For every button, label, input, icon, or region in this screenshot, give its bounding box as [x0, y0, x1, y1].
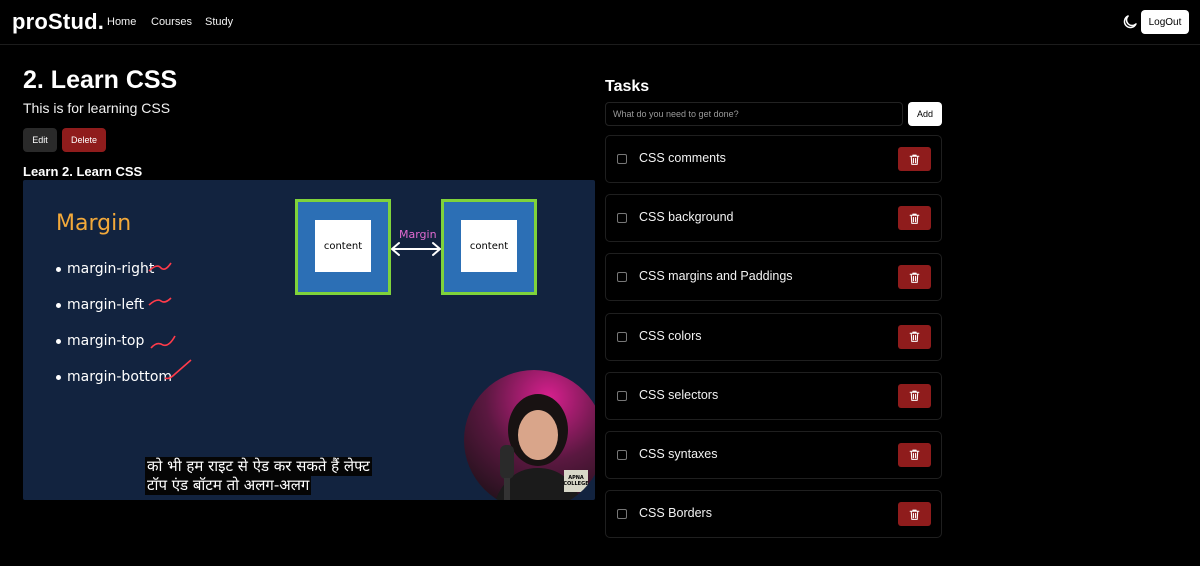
presenter-webcam: APNA COLLEGE — [464, 370, 595, 500]
content-box: content — [461, 220, 517, 272]
task-checkbox[interactable] — [617, 213, 627, 224]
lesson-description: This is for learning CSS — [23, 100, 171, 116]
nav-link-courses[interactable]: Courses — [151, 16, 192, 28]
red-scribble — [148, 297, 172, 306]
trash-icon — [909, 390, 920, 402]
delete-task-button[interactable] — [898, 324, 931, 349]
diagram-box: content — [295, 199, 391, 295]
task-item: CSS syntaxes — [605, 430, 942, 479]
task-item: CSS margins and Paddings — [605, 253, 942, 302]
task-label: CSS comments — [639, 151, 726, 165]
delete-task-button[interactable] — [898, 206, 931, 231]
task-label: CSS Borders — [639, 506, 712, 521]
content-box: content — [315, 220, 371, 272]
red-scribble — [148, 262, 172, 272]
diagram-box: content — [441, 199, 537, 295]
slide-item: margin-bottom — [56, 369, 172, 385]
task-label: CSS background — [639, 210, 734, 225]
delete-task-button[interactable] — [898, 383, 931, 408]
task-checkbox[interactable] — [617, 331, 627, 342]
delete-task-button[interactable] — [898, 442, 931, 467]
task-checkbox[interactable] — [617, 390, 627, 401]
red-scribble — [150, 335, 176, 349]
logo[interactable]: proStud. — [12, 9, 104, 35]
trash-icon — [909, 213, 920, 224]
watermark-logo: APNA COLLEGE — [563, 470, 589, 492]
trash-icon — [909, 450, 920, 461]
delete-task-button[interactable] — [898, 147, 931, 171]
edit-button[interactable]: Edit — [23, 128, 57, 152]
delete-task-button[interactable] — [898, 265, 931, 290]
theme-toggle-moon-icon[interactable] — [1121, 13, 1139, 31]
delete-task-button[interactable] — [898, 502, 931, 527]
slide-title: Margin — [56, 211, 132, 236]
task-checkbox[interactable] — [617, 272, 627, 283]
task-input[interactable] — [605, 102, 903, 126]
slide-item: margin-top — [56, 333, 144, 349]
task-item: CSS selectors — [605, 371, 942, 420]
logout-button[interactable]: LogOut — [1141, 10, 1189, 34]
task-label: CSS colors — [639, 328, 702, 343]
navbar: proStud. Home Courses Study LogOut — [0, 0, 1200, 45]
trash-icon — [909, 272, 920, 283]
task-list: CSS comments CSS background CSS margins … — [605, 135, 942, 549]
task-item: CSS Borders — [605, 490, 942, 539]
red-scribble — [164, 359, 192, 380]
trash-icon — [909, 331, 920, 342]
task-label: CSS syntaxes — [639, 446, 718, 461]
delete-button[interactable]: Delete — [62, 128, 106, 152]
task-item: CSS comments — [605, 135, 942, 183]
task-item: CSS background — [605, 194, 942, 243]
tasks-heading: Tasks — [605, 78, 650, 95]
add-task-button[interactable]: Add — [908, 102, 942, 126]
subtitle-line: को भी हम राइट से ऐड कर सकते हैं लेफ्ट — [145, 457, 372, 476]
double-arrow-icon — [391, 242, 441, 256]
trash-icon — [909, 509, 920, 520]
task-label: CSS margins and Paddings — [639, 269, 793, 284]
nav-link-study[interactable]: Study — [205, 16, 233, 28]
trash-icon — [909, 154, 920, 165]
task-checkbox[interactable] — [617, 509, 627, 520]
task-label: CSS selectors — [639, 387, 719, 402]
nav-link-home[interactable]: Home — [107, 16, 136, 28]
video-section-heading: Learn 2. Learn CSS — [23, 164, 143, 179]
lesson-video[interactable]: Margin margin-right margin-left margin-t… — [23, 180, 595, 500]
task-item: CSS colors — [605, 312, 942, 361]
task-checkbox[interactable] — [617, 154, 627, 164]
slide-item: margin-left — [56, 297, 144, 313]
lesson-title: 2. Learn CSS — [23, 66, 178, 94]
subtitle-line: टॉप एंड बॉटम तो अलग-अलग — [145, 476, 312, 495]
slide-item: margin-right — [56, 261, 154, 277]
task-checkbox[interactable] — [617, 449, 627, 460]
